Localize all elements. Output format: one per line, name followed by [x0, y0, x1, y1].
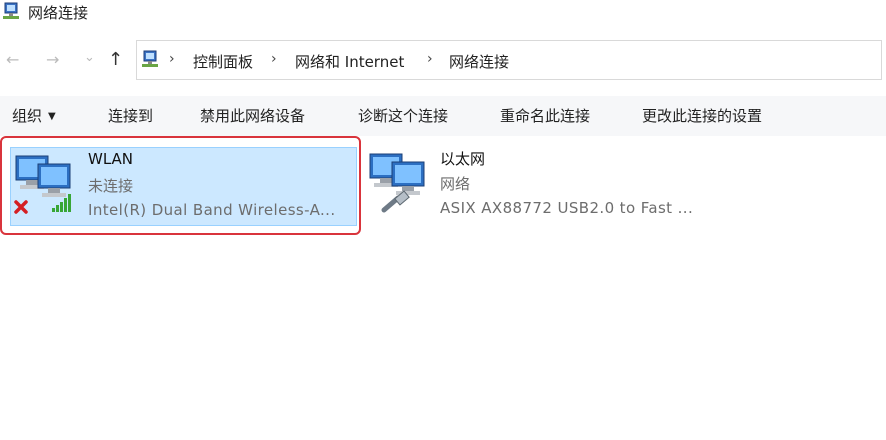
control-panel-icon: [142, 50, 158, 67]
breadcrumb-control-panel[interactable]: 控制面板: [193, 51, 253, 72]
network-connections-icon: [3, 2, 19, 19]
rename-connection-button[interactable]: 重命名此连接: [500, 105, 590, 126]
breadcrumb-network-connections[interactable]: 网络连接: [449, 51, 509, 72]
recent-locations-chevron-icon[interactable]: ⌄: [84, 48, 95, 68]
wireless-network-icon: [14, 155, 71, 214]
title-bar: 网络连接: [0, 0, 886, 26]
connection-status: 网络: [440, 175, 471, 193]
connection-item-ethernet[interactable]: 以太网 网络 ASIX AX88772 USB2.0 to Fast ...: [364, 136, 724, 235]
connection-name: 以太网: [440, 150, 486, 168]
connect-to-button[interactable]: 连接到: [108, 105, 153, 126]
diagnose-connection-button[interactable]: 诊断这个连接: [358, 105, 448, 126]
connection-status: 未连接: [88, 177, 134, 195]
ethernet-network-icon: [369, 153, 425, 213]
breadcrumb-separator-icon: ›: [169, 51, 175, 67]
forward-arrow-icon[interactable]: →: [46, 50, 59, 70]
command-toolbar: 组织 ▼ 连接到 禁用此网络设备 诊断这个连接 重命名此连接 更改此连接的设置: [0, 96, 886, 136]
dropdown-caret-icon: ▼: [48, 111, 56, 122]
breadcrumb-network-internet[interactable]: 网络和 Internet: [295, 51, 404, 72]
back-arrow-icon[interactable]: ←: [6, 50, 19, 70]
up-arrow-icon[interactable]: ↑: [108, 50, 123, 70]
organize-button[interactable]: 组织 ▼: [12, 105, 56, 126]
connection-device: ASIX AX88772 USB2.0 to Fast ...: [440, 199, 694, 217]
address-row: ← → ⌄ ↑ › 控制面板 › 网络和 Internet › 网络连接: [0, 40, 886, 82]
connections-list: WLAN 未连接 Intel(R) Dual Band Wireless-A..…: [0, 136, 886, 440]
breadcrumb-separator-icon: ›: [427, 51, 433, 67]
change-connection-settings-button[interactable]: 更改此连接的设置: [642, 105, 762, 126]
window-title: 网络连接: [28, 4, 89, 22]
connection-name: WLAN: [88, 150, 134, 168]
organize-label: 组织: [12, 107, 43, 125]
breadcrumb-separator-icon: ›: [271, 51, 277, 67]
connection-item-wlan[interactable]: WLAN 未连接 Intel(R) Dual Band Wireless-A..…: [0, 136, 361, 235]
disable-device-button[interactable]: 禁用此网络设备: [200, 105, 305, 126]
address-bar[interactable]: › 控制面板 › 网络和 Internet › 网络连接: [136, 40, 882, 80]
connection-device: Intel(R) Dual Band Wireless-A...: [88, 201, 336, 219]
